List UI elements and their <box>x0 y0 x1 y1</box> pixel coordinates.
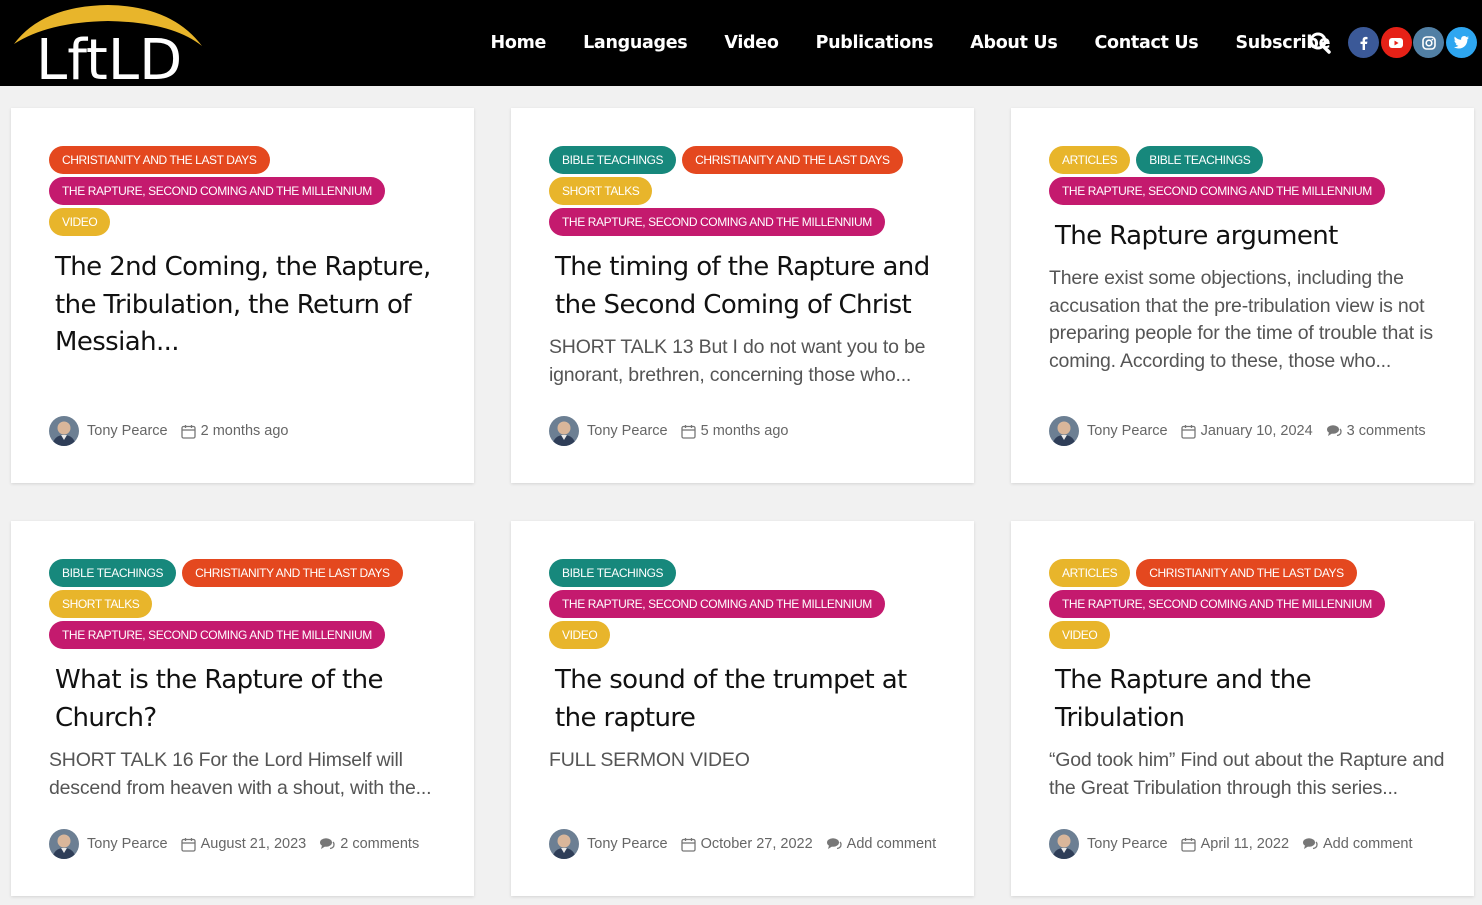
youtube-icon[interactable] <box>1380 27 1412 58</box>
tag-christianity-and-the-last-days[interactable]: CHRISTIANITY AND THE LAST DAYS <box>49 146 270 174</box>
tag-video[interactable]: VIDEO <box>549 621 611 649</box>
post-date: August 21, 2023 <box>200 836 307 852</box>
author-name[interactable]: Tony Pearce <box>87 836 168 852</box>
comment-count[interactable]: 3 comments <box>1347 423 1426 439</box>
post-excerpt: “God took him” Find out about the Raptur… <box>1049 749 1445 799</box>
post-meta: Tony Pearce 5 months ago <box>549 416 801 446</box>
tag-bible-teachings[interactable]: BIBLE TEACHINGS <box>1136 146 1264 174</box>
tag-short-talks[interactable]: SHORT TALKS <box>49 590 153 618</box>
tag-short-talks[interactable]: SHORT TALKS <box>549 177 653 205</box>
comment-count[interactable]: 2 comments <box>340 836 419 852</box>
nav-about-us[interactable]: About Us <box>970 33 1058 53</box>
author-name[interactable]: Tony Pearce <box>587 423 668 439</box>
post-card: BIBLE TEACHINGS CHRISTIANITY AND THE LAS… <box>11 521 474 896</box>
author-name[interactable]: Tony Pearce <box>1087 836 1168 852</box>
tag-articles[interactable]: ARTICLES <box>1049 146 1131 174</box>
post-date: 5 months ago <box>700 423 789 439</box>
comment-icon <box>1302 837 1318 851</box>
post-tags: ARTICLES CHRISTIANITY AND THE LAST DAYS … <box>1049 559 1449 649</box>
post-date: January 10, 2024 <box>1200 423 1313 439</box>
facebook-icon[interactable] <box>1348 27 1379 58</box>
post-tags: BIBLE TEACHINGS THE RAPTURE, SECOND COMI… <box>549 559 949 649</box>
nav-home[interactable]: Home <box>491 33 547 53</box>
twitter-icon[interactable] <box>1445 27 1477 58</box>
site-logo[interactable]: LftLD <box>12 0 204 86</box>
site-header: LftLD Home Languages Video Publications … <box>0 0 1482 86</box>
nav-languages[interactable]: Languages <box>583 33 688 53</box>
comment-icon <box>1326 424 1342 438</box>
tag-bible-teachings[interactable]: BIBLE TEACHINGS <box>549 146 677 174</box>
author-name[interactable]: Tony Pearce <box>1087 423 1168 439</box>
author-avatar[interactable] <box>49 416 79 446</box>
tag-the-rapture-second-coming[interactable]: THE RAPTURE, SECOND COMING AND THE MILLE… <box>1049 590 1385 618</box>
post-card: BIBLE TEACHINGS THE RAPTURE, SECOND COMI… <box>511 521 974 896</box>
calendar-icon <box>1180 837 1196 852</box>
author-avatar[interactable] <box>549 829 579 859</box>
instagram-icon[interactable] <box>1413 27 1444 58</box>
tag-christianity-and-the-last-days[interactable]: CHRISTIANITY AND THE LAST DAYS <box>682 146 903 174</box>
post-meta: Tony Pearce April 11, 2022 Add comment <box>1049 829 1412 859</box>
social-links <box>1348 27 1478 58</box>
post-title[interactable]: The timing of the Rapture and the Second… <box>555 249 945 324</box>
calendar-icon <box>680 837 696 852</box>
author-avatar[interactable] <box>49 829 79 859</box>
post-title[interactable]: The 2nd Coming, the Rapture, the Tribula… <box>55 249 445 362</box>
author-avatar[interactable] <box>1049 416 1079 446</box>
post-meta: Tony Pearce August 21, 2023 2 comments <box>49 829 419 859</box>
post-title[interactable]: The Rapture and the Tribulation <box>1055 662 1445 737</box>
nav-contact-us[interactable]: Contact Us <box>1094 33 1198 53</box>
author-name[interactable]: Tony Pearce <box>587 836 668 852</box>
post-tags: CHRISTIANITY AND THE LAST DAYS THE RAPTU… <box>49 146 449 236</box>
tag-the-rapture-second-coming[interactable]: THE RAPTURE, SECOND COMING AND THE MILLE… <box>549 590 885 618</box>
calendar-icon <box>180 837 196 852</box>
add-comment-link[interactable]: Add comment <box>1323 836 1412 852</box>
post-excerpt: SHORT TALK 13 But I do not want you to b… <box>549 336 926 386</box>
tag-video[interactable]: VIDEO <box>49 208 111 236</box>
tag-bible-teachings[interactable]: BIBLE TEACHINGS <box>49 559 177 587</box>
tag-the-rapture-second-coming[interactable]: THE RAPTURE, SECOND COMING AND THE MILLE… <box>49 177 385 205</box>
search-icon[interactable] <box>1308 31 1332 55</box>
post-title[interactable]: The Rapture argument <box>1055 218 1445 256</box>
logo-text: LftLD <box>36 28 182 86</box>
post-card: ARTICLES CHRISTIANITY AND THE LAST DAYS … <box>1011 521 1474 896</box>
add-comment-link[interactable]: Add comment <box>847 836 936 852</box>
post-date: April 11, 2022 <box>1200 836 1290 852</box>
tag-christianity-and-the-last-days[interactable]: CHRISTIANITY AND THE LAST DAYS <box>1136 559 1357 587</box>
tag-christianity-and-the-last-days[interactable]: CHRISTIANITY AND THE LAST DAYS <box>182 559 403 587</box>
tag-bible-teachings[interactable]: BIBLE TEACHINGS <box>549 559 677 587</box>
comment-icon <box>826 837 842 851</box>
tag-the-rapture-second-coming[interactable]: THE RAPTURE, SECOND COMING AND THE MILLE… <box>1049 177 1385 205</box>
post-meta: Tony Pearce October 27, 2022 Add comment <box>549 829 936 859</box>
post-tags: BIBLE TEACHINGS CHRISTIANITY AND THE LAS… <box>549 146 949 236</box>
comment-icon <box>319 837 335 851</box>
post-title[interactable]: What is the Rapture of the Church? <box>55 662 445 737</box>
tag-articles[interactable]: ARTICLES <box>1049 559 1131 587</box>
post-card: BIBLE TEACHINGS CHRISTIANITY AND THE LAS… <box>511 108 974 483</box>
tag-video[interactable]: VIDEO <box>1049 621 1111 649</box>
main-nav: Home Languages Video Publications About … <box>472 0 1349 86</box>
post-date: 2 months ago <box>200 423 289 439</box>
calendar-icon <box>680 424 696 439</box>
post-meta: Tony Pearce January 10, 2024 3 comments <box>1049 416 1426 446</box>
post-meta: Tony Pearce 2 months ago <box>49 416 301 446</box>
calendar-icon <box>1180 424 1196 439</box>
post-excerpt: SHORT TALK 16 For the Lord Himself will … <box>49 749 432 799</box>
calendar-icon <box>180 424 196 439</box>
author-name[interactable]: Tony Pearce <box>87 423 168 439</box>
post-tags: BIBLE TEACHINGS CHRISTIANITY AND THE LAS… <box>49 559 449 649</box>
post-card: CHRISTIANITY AND THE LAST DAYS THE RAPTU… <box>11 108 474 483</box>
nav-publications[interactable]: Publications <box>816 33 934 53</box>
post-excerpt: There exist some objections, including t… <box>1049 267 1433 372</box>
author-avatar[interactable] <box>549 416 579 446</box>
post-date: October 27, 2022 <box>700 836 813 852</box>
post-tags: ARTICLES BIBLE TEACHINGS THE RAPTURE, SE… <box>1049 146 1449 205</box>
author-avatar[interactable] <box>1049 829 1079 859</box>
tag-the-rapture-second-coming[interactable]: THE RAPTURE, SECOND COMING AND THE MILLE… <box>549 208 885 236</box>
tag-the-rapture-second-coming[interactable]: THE RAPTURE, SECOND COMING AND THE MILLE… <box>49 621 385 649</box>
post-card: ARTICLES BIBLE TEACHINGS THE RAPTURE, SE… <box>1011 108 1474 483</box>
post-excerpt: FULL SERMON VIDEO <box>549 749 750 771</box>
post-title[interactable]: The sound of the trumpet at the rapture <box>555 662 945 737</box>
nav-video[interactable]: Video <box>724 33 778 53</box>
